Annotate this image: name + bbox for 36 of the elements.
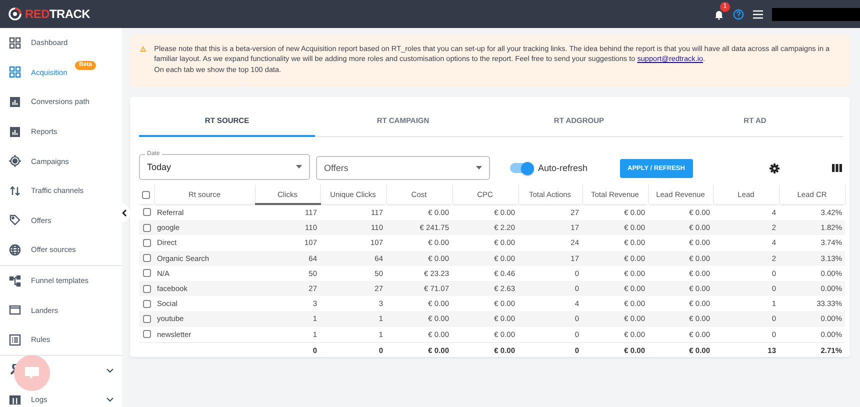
target-icon [9, 155, 21, 168]
offers-select[interactable]: Offers [316, 156, 490, 180]
row-checkbox[interactable] [142, 224, 150, 232]
window-icon [9, 304, 21, 316]
auto-refresh-toggle[interactable] [510, 163, 532, 173]
row-checkbox[interactable] [142, 254, 150, 262]
grid-icon [9, 66, 21, 78]
settings-icon[interactable] [768, 162, 780, 174]
logo-icon [8, 7, 22, 21]
row-checkbox[interactable] [142, 330, 150, 338]
grid-icon [9, 36, 21, 49]
row-checkbox[interactable] [142, 314, 150, 323]
bar-chart-icon [9, 126, 21, 138]
tag-icon [9, 214, 21, 226]
columns-icon[interactable] [832, 164, 842, 172]
row-checkbox[interactable] [142, 208, 150, 216]
auto-refresh-label: Auto-refresh [538, 163, 588, 173]
row-checkbox[interactable] [142, 284, 150, 293]
up-down-arrows-icon [9, 184, 21, 197]
row-checkbox[interactable] [142, 269, 150, 278]
dropdown-caret-icon [476, 166, 482, 170]
bar-chart-icon [9, 96, 21, 108]
row-checkbox[interactable] [142, 300, 150, 308]
row-checkbox[interactable] [142, 238, 150, 247]
globe-icon [9, 244, 21, 256]
dropdown-caret-icon [296, 165, 302, 169]
chevron-left-icon [122, 209, 126, 217]
speech-bubble-icon [24, 366, 40, 380]
bell-icon[interactable] [714, 8, 724, 20]
help-icon[interactable] [733, 8, 744, 20]
flow-icon [9, 274, 21, 287]
menu-icon[interactable] [753, 10, 763, 18]
warning-icon [140, 44, 146, 54]
logo-text: REDTRACK [25, 7, 90, 21]
list-icon [9, 334, 21, 346]
select-all-checkbox[interactable] [142, 190, 150, 198]
